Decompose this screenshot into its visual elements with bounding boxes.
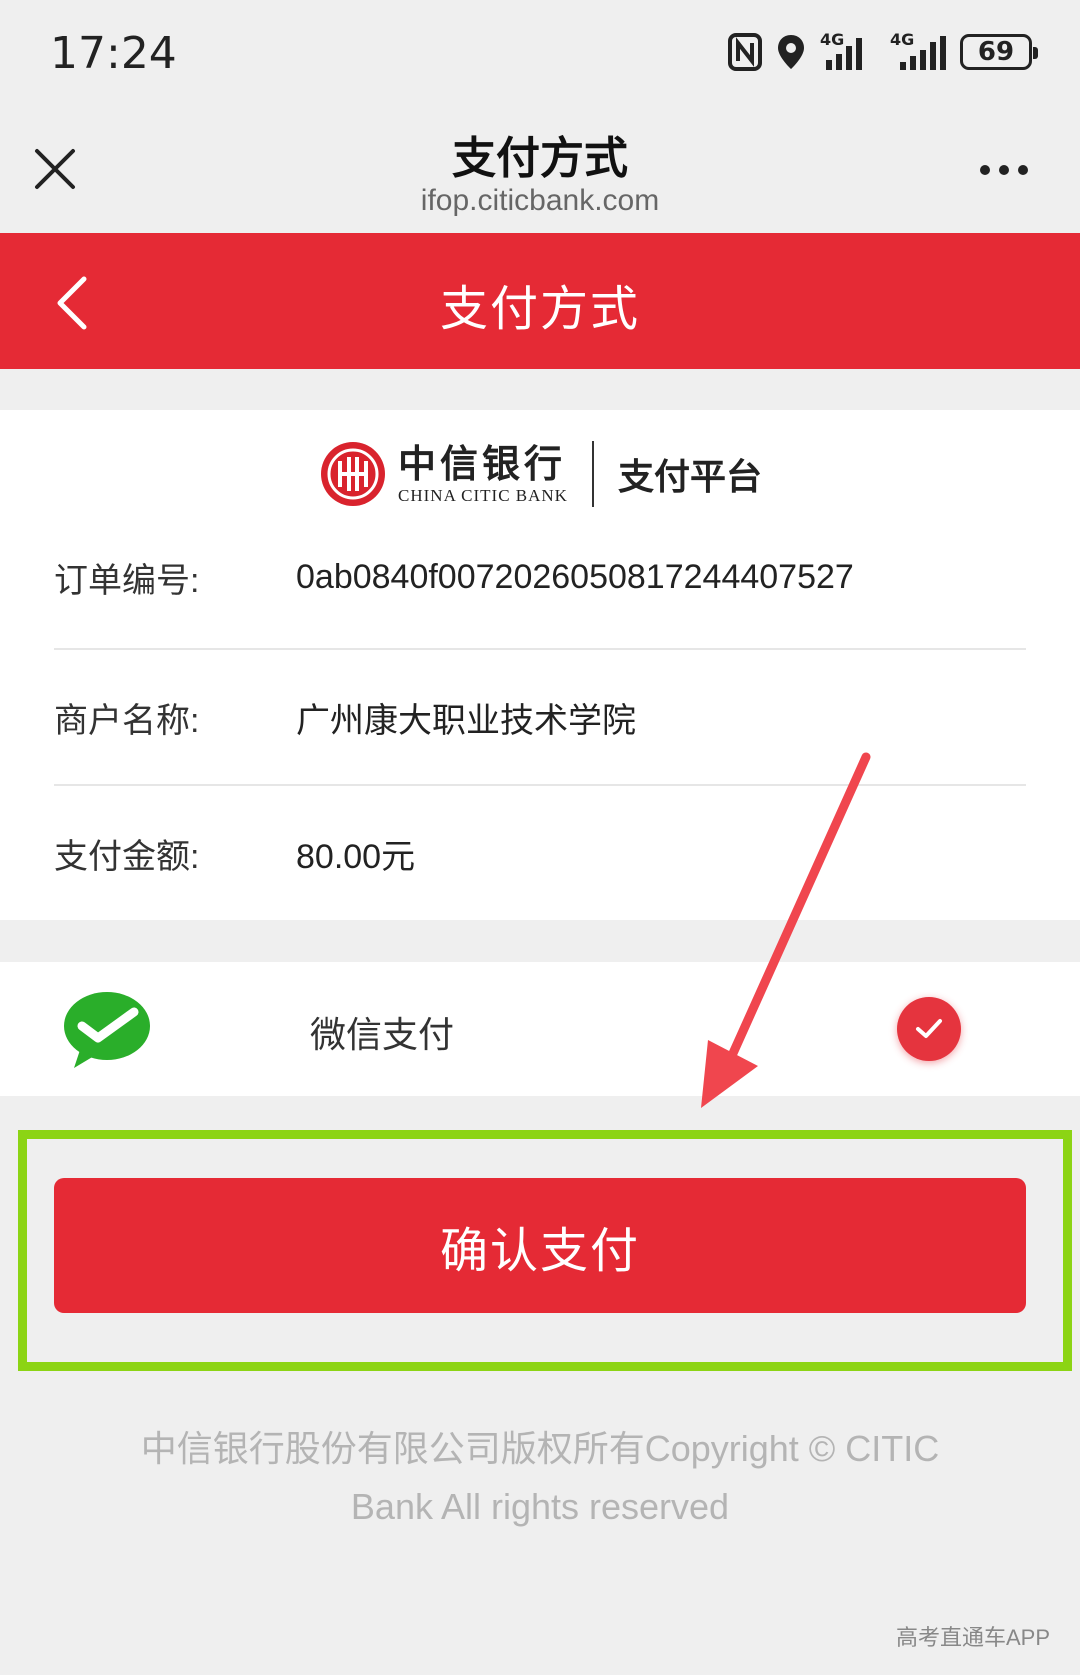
- location-icon: [778, 35, 804, 69]
- status-icons: 4G 4G 69: [728, 30, 1038, 74]
- brand-name-en: CHINA CITIC BANK: [398, 486, 568, 505]
- nfc-icon: [728, 33, 762, 71]
- battery-icon: 69: [960, 34, 1038, 70]
- signal-icon-1: 4G: [820, 30, 876, 72]
- copyright-line-1: 中信银行股份有限公司版权所有Copyright © CITIC: [140, 1428, 940, 1469]
- platform-label: 支付平台: [617, 456, 762, 497]
- brand-text: 中信银行 CHINA CITIC BANK: [398, 442, 568, 506]
- citic-logo-icon: [321, 442, 386, 506]
- watermark: 高考直通车APP: [895, 1625, 1050, 1650]
- header-title: 支付方式: [439, 283, 640, 336]
- amount-value: 80.00元: [296, 837, 416, 876]
- page-url: ifop.citicbank.com: [420, 184, 660, 217]
- confirm-payment-button[interactable]: 确认支付: [54, 1178, 1026, 1313]
- status-bar: 17:24 4G 4G 69: [0, 0, 1080, 110]
- selected-check-icon[interactable]: [897, 997, 961, 1061]
- signal-icon-2: 4G: [890, 30, 946, 72]
- order-card: 中信银行 CHINA CITIC BANK 支付平台 订单编号: 0ab0840…: [0, 410, 1080, 920]
- wechat-pay-icon: [64, 992, 150, 1068]
- brand-name-cn: 中信银行: [398, 441, 567, 486]
- payment-method-name: 微信支付: [310, 1014, 455, 1055]
- order-number-value: 0ab0840f007202605081724440752​7: [296, 557, 854, 596]
- status-time: 17:24: [50, 28, 177, 79]
- merchant-value: 广州康大职业技术学院: [296, 701, 636, 740]
- brand-row: 中信银行 CHINA CITIC BANK 支付平台: [0, 434, 1080, 514]
- copyright-line-2: Bank All rights reserved: [350, 1486, 730, 1527]
- order-number-label: 订单编号:: [54, 561, 200, 600]
- amount-label: 支付金额:: [54, 837, 200, 876]
- merchant-label: 商户名称:: [54, 701, 200, 740]
- brand-divider: [591, 441, 594, 507]
- merchant-row: 商户名称: 广州康大职业技术学院: [54, 650, 1026, 784]
- page-title: 支付方式: [452, 134, 628, 183]
- webview-titlebar: 支付方式 ifop.citicbank.com: [0, 110, 1080, 233]
- order-number-row: 订单编号: 0ab0840f007202605081724440752​7: [54, 510, 1026, 644]
- more-options-icon[interactable]: [980, 165, 1028, 175]
- copyright-text: 中信银行股份有限公司版权所有Copyright © CITIC Bank All…: [100, 1420, 980, 1536]
- app-header: 支付方式: [0, 233, 1080, 369]
- amount-row: 支付金额: 80.00元: [54, 786, 1026, 920]
